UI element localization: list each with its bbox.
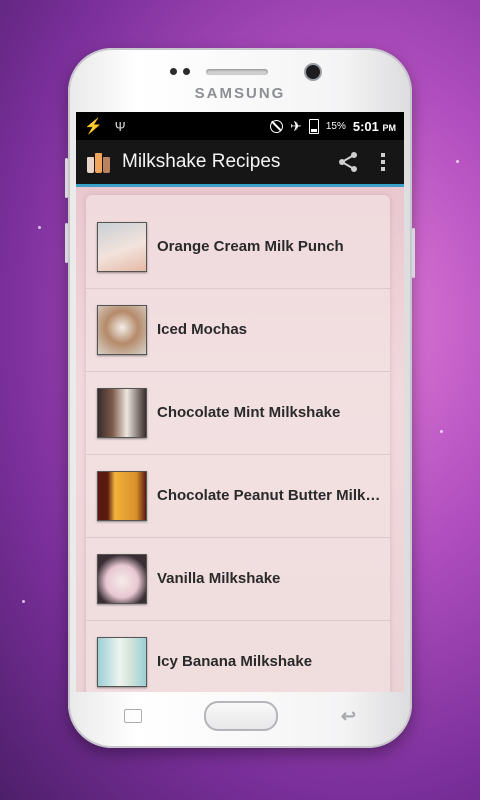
app-title: Milkshake Recipes: [122, 151, 281, 172]
charging-bolt-icon: ⚡: [84, 118, 103, 135]
hardware-navbar: ↩: [76, 692, 404, 740]
recipe-name: Orange Cream Milk Punch: [157, 238, 344, 255]
volume-button: [65, 223, 68, 263]
share-icon: [339, 152, 357, 172]
recipe-name: Vanilla Milkshake: [157, 570, 281, 587]
airplane-mode-icon: ✈: [290, 117, 302, 134]
list-item[interactable]: Chocolate Mint Milkshake: [86, 371, 390, 455]
list-item[interactable]: Iced Mochas: [86, 288, 390, 372]
back-button[interactable]: ↩: [341, 706, 356, 727]
status-time: 5:01 PM: [352, 118, 396, 134]
brand-logo: SAMSUNG: [194, 85, 286, 102]
recipe-thumbnail: [97, 387, 147, 438]
recipe-name: Chocolate Mint Milkshake: [157, 404, 341, 421]
list-item[interactable]: Icy Banana Milkshake: [86, 620, 390, 692]
recent-apps-button[interactable]: [124, 709, 142, 723]
share-button[interactable]: [328, 142, 368, 182]
overflow-menu-button[interactable]: [368, 142, 398, 182]
phone-frame: SAMSUNG ⚡ Ψ ✈ 15% 5:01 PM Milkshake Reci…: [65, 48, 415, 748]
recipe-name: Chocolate Peanut Butter Milks…: [157, 487, 387, 504]
earpiece-speaker: [206, 69, 268, 75]
usb-icon: Ψ: [114, 118, 126, 134]
recipe-thumbnail: [97, 636, 147, 687]
home-button[interactable]: [204, 701, 279, 731]
screen: ⚡ Ψ ✈ 15% 5:01 PM Milkshake Recipes Oran…: [76, 112, 404, 692]
recipe-name: Iced Mochas: [157, 321, 248, 338]
volume-button: [65, 158, 68, 198]
sensor-dots: [170, 68, 190, 75]
list-item[interactable]: Vanilla Milkshake: [86, 537, 390, 621]
milkshake-app-icon[interactable]: [86, 149, 112, 175]
power-button: [412, 228, 415, 278]
status-bar: ⚡ Ψ ✈ 15% 5:01 PM: [76, 112, 404, 140]
recipe-thumbnail: [97, 221, 147, 272]
recipe-list[interactable]: Orange Cream Milk Punch Iced Mochas Choc…: [76, 187, 404, 692]
action-bar: Milkshake Recipes: [76, 140, 404, 187]
recipe-thumbnail: [97, 304, 147, 355]
do-not-disturb-icon: [270, 119, 284, 133]
list-item[interactable]: Orange Cream Milk Punch: [86, 205, 390, 289]
recipe-name: Icy Banana Milkshake: [157, 653, 313, 670]
battery-percent: 15%: [325, 120, 346, 132]
recipe-thumbnail: [97, 553, 147, 604]
list-item[interactable]: Chocolate Peanut Butter Milks…: [86, 454, 390, 538]
recipe-thumbnail: [97, 470, 147, 521]
front-camera: [306, 65, 320, 79]
battery-icon: [308, 118, 319, 134]
